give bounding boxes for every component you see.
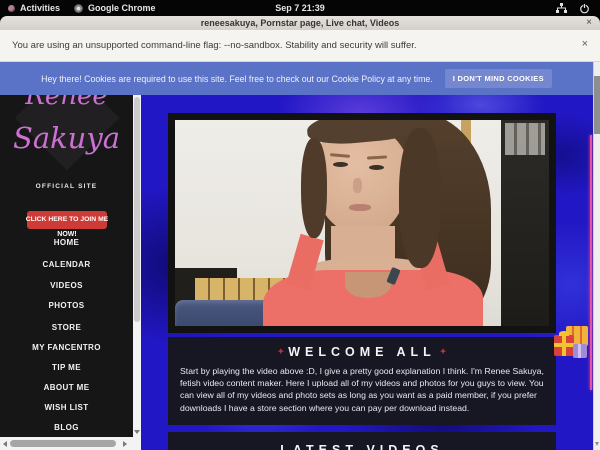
welcome-body-text: Start by playing the video above :D, I g… [168,359,556,414]
video-still-image [175,120,549,326]
window-title: reneesakuya, Pornstar page, Live chat, V… [201,18,399,28]
sidebar-item-tip-me[interactable]: TIP ME [0,363,133,372]
app-menu-button[interactable]: Google Chrome [74,3,156,13]
welcome-heading: ✦WELCOME ALL✦ [168,345,556,359]
window-close-icon[interactable]: × [586,17,592,28]
star-icon: ✦ [274,347,289,356]
photo-shelf-items [505,123,545,155]
sidebar-item-calendar[interactable]: CALENDAR [0,260,133,269]
video-player[interactable] [168,113,556,333]
scroll-left-icon[interactable] [3,441,7,447]
power-icon[interactable] [579,3,590,14]
photo-hair-strand-right [399,128,441,268]
sidebar-item-videos[interactable]: VIDEOS [0,281,133,290]
flag-warning-bar: You are using an unsupported command-lin… [0,30,600,62]
gift-red-icon [554,335,574,356]
photo-cleavage-shadow [345,272,391,298]
scrollbar-thumb[interactable] [594,76,600,134]
activities-button[interactable]: Activities [8,3,60,13]
sidebar-horizontal-scrollbar[interactable] [0,437,141,450]
scrollbar-thumb[interactable] [10,440,116,447]
photo-lips [349,204,371,211]
sidebar-item-blog[interactable]: BLOG [0,423,133,432]
sidebar-item-about-me[interactable]: ABOUT ME [0,383,133,392]
browser-vertical-scrollbar[interactable] [593,62,600,450]
photo-hair-strand-left [301,138,327,238]
sidebar-item-store[interactable]: STORE [0,323,133,332]
app-menu-label: Google Chrome [88,3,156,13]
gnome-top-bar: Activities Google Chrome Sep 7 21:39 [0,0,600,16]
gift-boxes-decoration [554,326,593,372]
cookie-message: Hey there! Cookies are required to use t… [41,74,433,84]
welcome-panel: ✦WELCOME ALL✦ Start by playing the video… [168,337,556,425]
welcome-title: WELCOME ALL [288,345,436,359]
activities-label: Activities [20,3,60,13]
top-bar-left: Activities Google Chrome [0,3,156,13]
sidebar-item-wish-list[interactable]: WISH LIST [0,403,133,412]
join-button-label: CLICK HERE TO JOIN ME [17,216,117,223]
photo-nose [353,178,362,193]
network-icon[interactable] [556,3,567,14]
sidebar-vertical-scrollbar[interactable] [133,95,141,437]
infobar-close-icon[interactable]: × [582,38,588,50]
scroll-down-icon[interactable] [595,442,599,446]
flag-warning-text: You are using an unsupported command-lin… [0,40,417,51]
latest-videos-heading: LATEST VIDEOS [168,443,556,450]
cookie-banner: Hey there! Cookies are required to use t… [0,62,593,95]
join-now-button[interactable]: CLICK HERE TO JOIN ME NOW! [27,211,107,229]
sidebar-item-photos[interactable]: PHOTOS [0,301,133,310]
sidebar-item-home[interactable]: HOME [0,238,133,247]
system-tray [556,3,600,14]
page-background: ✦WELCOME ALL✦ Start by playing the video… [141,95,593,450]
scroll-down-icon[interactable] [134,430,140,434]
sidebar: Renee Sakuya OFFICIAL SITE CLICK HERE TO… [0,95,133,437]
join-button-label-overflow: NOW! [27,231,107,238]
photo-eye-right [369,165,384,170]
cookie-accept-button[interactable]: I DON'T MIND COOKIES [445,69,552,88]
gift-ribbon [578,344,581,358]
gift-purple-icon [573,344,587,358]
site-logo-line1: Renee [0,95,133,111]
official-site-tagline: OFFICIAL SITE [0,183,133,190]
chrome-icon [74,4,83,13]
notification-dot-icon [8,5,15,12]
scroll-right-icon[interactable] [123,441,127,447]
desktop-screen: Activities Google Chrome Sep 7 21:39 r [0,0,600,450]
scrollbar-thumb[interactable] [134,97,140,322]
gift-ribbon [554,343,574,347]
window-titlebar[interactable]: reneesakuya, Pornstar page, Live chat, V… [0,16,600,30]
site-logo-line2: Sakuya [0,121,133,155]
star-icon: ✦ [436,347,451,356]
latest-videos-panel: LATEST VIDEOS [168,432,556,450]
sidebar-item-my-fancentro[interactable]: MY FANCENTRO [0,343,133,352]
photo-eye-left [333,162,348,167]
